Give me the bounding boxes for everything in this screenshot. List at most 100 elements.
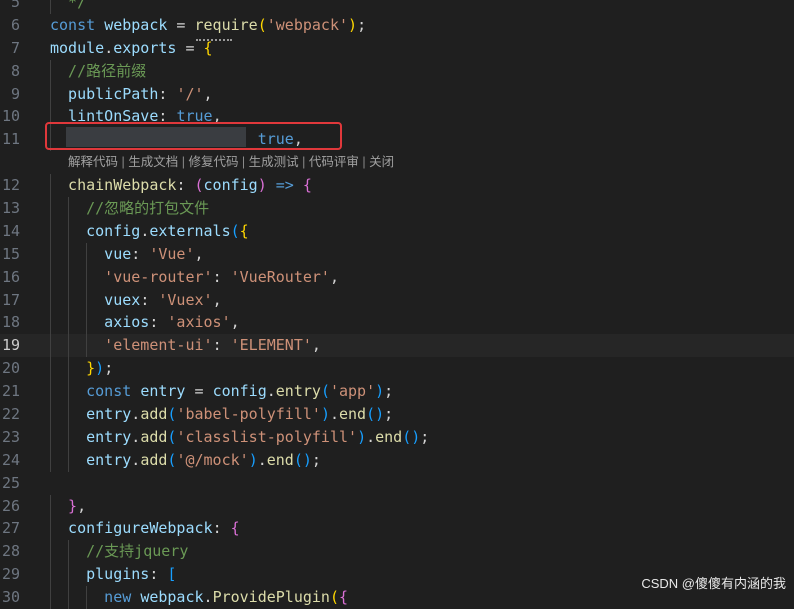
codelens-separator: | [238,155,249,170]
code-text: lintOnSave: true, [50,107,222,126]
codelens-action[interactable]: 生成测试 [249,155,299,169]
line-number: 9 [10,84,20,103]
indent-guide [50,0,51,14]
code-line[interactable]: 25 [0,472,794,495]
indent-guide [50,288,51,312]
indent-guide [50,403,51,426]
code-line[interactable]: 5 */ [0,0,794,14]
code-line[interactable]: 18 axios: 'axios', [0,311,794,335]
code-text: //支持jquery [50,542,189,561]
indent-guide [50,563,51,587]
code-text: entry.add('babel-polyfill').end(); [50,405,394,424]
indent-guide [68,219,70,243]
line-number: 26 [1,496,20,515]
indent-guide [68,563,70,587]
line-number: 10 [1,107,20,126]
code-text: configureWebpack: { [50,519,240,538]
code-line[interactable]: 14 config.externals({ [0,219,794,243]
indent-guide [50,59,51,83]
code-line[interactable]: 8 //路径前缀 [0,59,794,83]
line-number: 11 [1,130,20,149]
code-editor[interactable]: 5 */6 const webpack = require('webpack');… [0,0,794,609]
code-text: 'element-ui': 'ELEMENT', [50,336,321,355]
codelens-row[interactable]: 解释代码 | 生成文档 | 修复代码 | 生成测试 | 代码评审 | 关闭 [0,151,794,174]
indent-guide [86,265,88,289]
indent-guide [68,403,70,426]
line-number: 21 [1,382,20,401]
code-line[interactable]: 20 }); [0,357,794,381]
code-line[interactable]: 17 vuex: 'Vuex', [0,288,794,312]
indent-guide [50,242,51,266]
indent-guide [50,334,51,358]
codelens-action[interactable]: 关闭 [369,155,394,169]
codelens-action[interactable]: 生成文档 [128,155,178,169]
code-text: publicPath: '/', [50,84,213,103]
code-text: }, [50,496,87,515]
code-line[interactable]: 16 'vue-router': 'VueRouter', [0,265,794,289]
line-number: 28 [1,542,20,561]
code-text: const entry = config.entry('app'); [50,382,394,401]
indent-guide [50,494,51,518]
line-number: 6 [10,15,20,34]
line-number: 8 [10,61,20,80]
indent-guide [50,128,51,152]
code-line[interactable]: 6 const webpack = require('webpack'); [0,14,794,37]
code-line[interactable]: 13 //忽略的打包文件 [0,197,794,220]
line-number: 27 [1,519,20,538]
code-text: entry.add('@/mock').end(); [50,450,321,469]
codelens-action[interactable]: 解释代码 [68,155,118,169]
indent-guide [50,586,51,609]
code-line[interactable]: 26 }, [0,494,794,518]
code-line[interactable]: 24 entry.add('@/mock').end(); [0,448,794,472]
indent-guide [68,288,70,312]
code-text: axios: 'axios', [50,313,240,332]
line-number: 15 [1,244,20,263]
code-line[interactable]: 27 configureWebpack: { [0,517,794,541]
indent-guide [50,357,51,381]
indent-guide [86,288,88,312]
indent-guide [50,425,51,449]
line-number: 16 [1,267,20,286]
line-number: 24 [1,450,20,469]
line-number: 30 [1,588,20,607]
indent-guide [68,425,70,449]
indent-guide [68,380,70,404]
code-line[interactable]: 21 const entry = config.entry('app'); [0,380,794,404]
code-text: config.externals({ [50,221,249,240]
code-line[interactable]: 28 //支持jquery [0,540,794,564]
code-text: */ [50,0,87,11]
code-line[interactable]: 12 chainWebpack: (config) => { [0,174,794,198]
code-text: entry.add('classlist-polyfill').end(); [50,427,430,446]
indent-guide [68,540,70,564]
code-line[interactable]: 15 vue: 'Vue', [0,242,794,266]
line-number: 18 [1,313,20,332]
codelens-separator: | [178,155,189,170]
code-line[interactable]: 7 module.exports = { [0,37,794,60]
line-number: 14 [1,221,20,240]
codelens-separator: | [118,155,129,170]
text-selection [66,127,246,147]
code-line[interactable]: 19 'element-ui': 'ELEMENT', [0,334,794,358]
code-line[interactable]: 9 publicPath: '/', [0,82,794,106]
indent-guide [50,311,51,335]
line-number: 22 [1,405,20,424]
codelens-action[interactable]: 修复代码 [188,155,238,169]
indent-guide [50,82,51,106]
codelens-action[interactable]: 代码评审 [309,155,359,169]
code-line[interactable]: 10 lintOnSave: true, [0,105,794,129]
line-number: 5 [10,0,20,11]
indent-guide [86,586,88,609]
codelens-separator: | [358,155,370,170]
code-line[interactable]: 22 entry.add('babel-polyfill').end(); [0,403,794,426]
codelens-actions: 解释代码 | 生成文档 | 修复代码 | 生成测试 | 代码评审 | 关闭 [68,151,394,174]
line-number: 23 [1,427,20,446]
line-number: 20 [1,359,20,378]
indent-guide [50,265,51,289]
indent-guide [68,311,70,335]
line-number: 17 [1,290,20,309]
indent-guide [50,197,51,220]
code-line[interactable]: 23 entry.add('classlist-polyfill').end()… [0,425,794,449]
code-text: const webpack = require('webpack'); [50,15,367,34]
line-number: 12 [1,176,20,195]
indent-guide [50,517,51,541]
